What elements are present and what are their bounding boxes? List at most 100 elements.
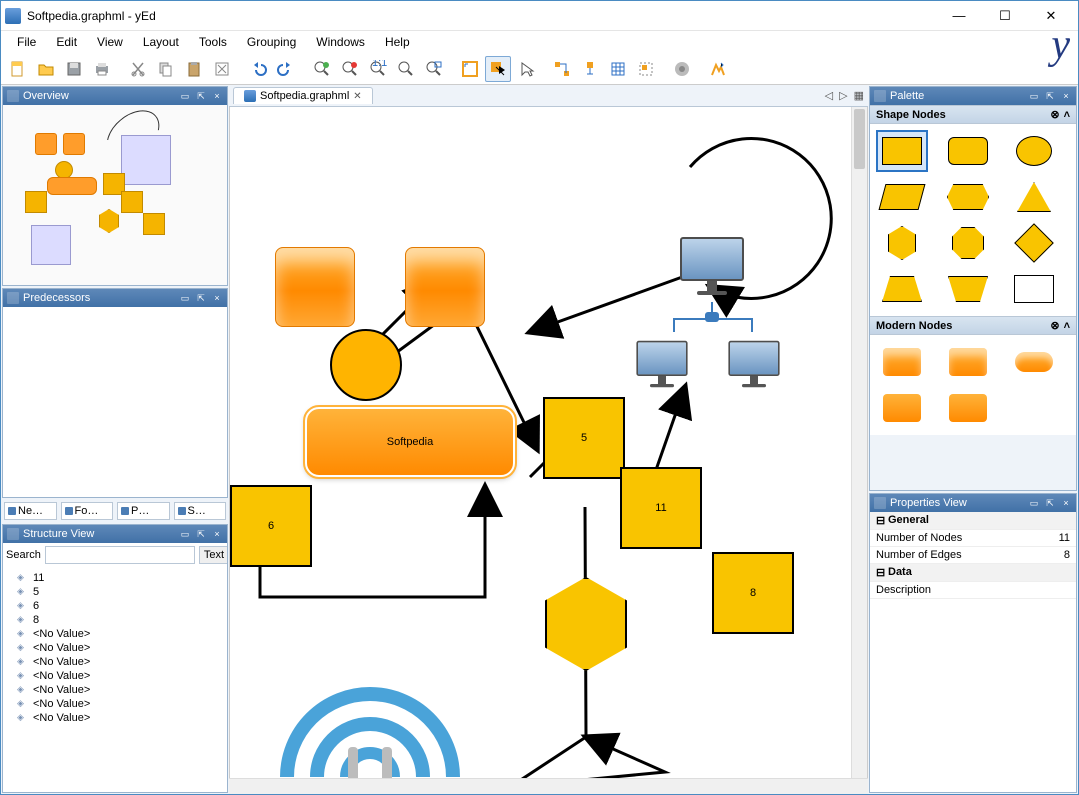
structure-type-select[interactable]: Text — [199, 546, 227, 564]
tab-close-button[interactable]: ✕ — [353, 91, 361, 102]
zoom-selection-button[interactable] — [421, 56, 447, 82]
panel-pin-button[interactable]: ⇱ — [195, 90, 207, 102]
node-softpedia[interactable]: Softpedia — [305, 407, 515, 477]
structure-item[interactable]: <No Value> — [11, 655, 219, 669]
structure-search-input[interactable] — [45, 546, 195, 564]
palette-none[interactable] — [1010, 270, 1058, 308]
print-button[interactable] — [89, 56, 115, 82]
menu-tools[interactable]: Tools — [191, 33, 235, 51]
prop-group-general[interactable]: ⊟General — [870, 512, 1076, 530]
menu-view[interactable]: View — [89, 33, 131, 51]
node-network-right[interactable] — [728, 341, 779, 387]
overview-panel-header[interactable]: Overview ▭ ⇱ × — [3, 87, 227, 105]
menu-edit[interactable]: Edit — [48, 33, 85, 51]
structure-tree[interactable]: 11 5 6 8 <No Value> <No Value> <No Value… — [3, 567, 227, 729]
zoom-in-button[interactable] — [309, 56, 335, 82]
structure-item[interactable]: <No Value> — [11, 641, 219, 655]
node-gloss-2[interactable] — [405, 247, 485, 327]
chevron-up-icon[interactable]: ˄ — [1064, 320, 1070, 332]
copy-button[interactable] — [153, 56, 179, 82]
previous-layout-button[interactable] — [669, 56, 695, 82]
structure-item[interactable]: 5 — [11, 585, 219, 599]
palette-hexagon-h[interactable] — [944, 178, 992, 216]
structure-panel-header[interactable]: Structure View ▭ ⇱ × — [3, 525, 227, 543]
panel-close-button[interactable]: × — [1060, 497, 1072, 509]
palette-roundrect[interactable] — [944, 132, 992, 170]
menu-file[interactable]: File — [9, 33, 44, 51]
palette-modern-1[interactable] — [878, 343, 926, 381]
edit-mode-button[interactable] — [485, 56, 511, 82]
grid-button[interactable] — [605, 56, 631, 82]
menu-layout[interactable]: Layout — [135, 33, 187, 51]
palette-section-shapes[interactable]: Shape Nodes⊗˄ — [870, 105, 1076, 124]
node-network-left[interactable] — [636, 341, 687, 387]
structure-item[interactable]: <No Value> — [11, 697, 219, 711]
undo-button[interactable] — [245, 56, 271, 82]
minitab-folders[interactable]: Fo… — [61, 502, 114, 520]
structure-item[interactable]: 6 — [11, 599, 219, 613]
delete-button[interactable] — [209, 56, 235, 82]
node-network-top[interactable] — [680, 237, 744, 295]
zoom-out-button[interactable] — [337, 56, 363, 82]
node-6[interactable]: 6 — [230, 485, 312, 567]
node-gloss-1[interactable] — [275, 247, 355, 327]
open-file-button[interactable] — [33, 56, 59, 82]
orthogonal-button[interactable] — [549, 56, 575, 82]
properties-panel-header[interactable]: Properties View ▭ ⇱ × — [870, 494, 1076, 512]
node-wifi[interactable] — [270, 667, 470, 778]
palette-ellipse[interactable] — [1010, 132, 1058, 170]
save-button[interactable] — [61, 56, 87, 82]
minimize-button[interactable]: — — [936, 1, 982, 31]
maximize-button[interactable]: ☐ — [982, 1, 1028, 31]
overview-minimap[interactable] — [3, 105, 227, 285]
new-file-button[interactable] — [5, 56, 31, 82]
node-11[interactable]: 11 — [620, 467, 702, 549]
structure-item[interactable]: <No Value> — [11, 683, 219, 697]
panel-pin-button[interactable]: ⇱ — [195, 528, 207, 540]
panel-dock-button[interactable]: ▭ — [1028, 90, 1040, 102]
palette-modern-4[interactable] — [878, 389, 926, 427]
palette-diamond[interactable] — [1010, 224, 1058, 262]
palette-panel-header[interactable]: Palette ▭ ⇱ × — [870, 87, 1076, 105]
tab-list-button[interactable]: ▦ — [854, 89, 864, 102]
panel-dock-button[interactable]: ▭ — [179, 528, 191, 540]
palette-modern-3[interactable] — [1010, 343, 1058, 381]
minitab-neighbors[interactable]: Ne… — [4, 502, 57, 520]
palette-trapezoid-inv[interactable] — [944, 270, 992, 308]
cut-button[interactable] — [125, 56, 151, 82]
palette-octagon[interactable] — [944, 224, 992, 262]
predecessors-panel-header[interactable]: Predecessors ▭ ⇱ × — [3, 289, 227, 307]
collapse-icon[interactable]: ⊗ — [1050, 319, 1059, 332]
node-8[interactable]: 8 — [712, 552, 794, 634]
structure-item[interactable]: <No Value> — [11, 711, 219, 725]
palette-hexagon-v[interactable] — [878, 224, 926, 262]
fit-content-button[interactable] — [457, 56, 483, 82]
node-hexagon[interactable] — [545, 577, 627, 671]
menu-windows[interactable]: Windows — [308, 33, 373, 51]
minitab-predecessors[interactable]: P… — [117, 502, 170, 520]
palette-section-modern[interactable]: Modern Nodes⊗˄ — [870, 316, 1076, 335]
menu-grouping[interactable]: Grouping — [239, 33, 304, 51]
zoom-fit-button[interactable] — [393, 56, 419, 82]
panel-close-button[interactable]: × — [211, 90, 223, 102]
snap-button[interactable] — [577, 56, 603, 82]
menu-help[interactable]: Help — [377, 33, 418, 51]
panel-dock-button[interactable]: ▭ — [1028, 497, 1040, 509]
chevron-up-icon[interactable]: ˄ — [1064, 109, 1070, 121]
tab-next-button[interactable]: ▷ — [839, 89, 847, 102]
palette-modern-5[interactable] — [944, 389, 992, 427]
minitab-successors[interactable]: S… — [174, 502, 227, 520]
structure-item[interactable]: <No Value> — [11, 669, 219, 683]
panel-close-button[interactable]: × — [211, 528, 223, 540]
palette-triangle[interactable] — [1010, 178, 1058, 216]
collapse-icon[interactable]: ⊗ — [1050, 108, 1059, 121]
auto-layout-button[interactable] — [705, 56, 731, 82]
paste-button[interactable] — [181, 56, 207, 82]
palette-parallelogram[interactable] — [878, 178, 926, 216]
panel-pin-button[interactable]: ⇱ — [1044, 90, 1056, 102]
palette-trapezoid[interactable] — [878, 270, 926, 308]
palette-rect[interactable] — [878, 132, 926, 170]
palette-modern-2[interactable] — [944, 343, 992, 381]
tab-prev-button[interactable]: ◁ — [825, 89, 833, 102]
panel-close-button[interactable]: × — [1060, 90, 1072, 102]
